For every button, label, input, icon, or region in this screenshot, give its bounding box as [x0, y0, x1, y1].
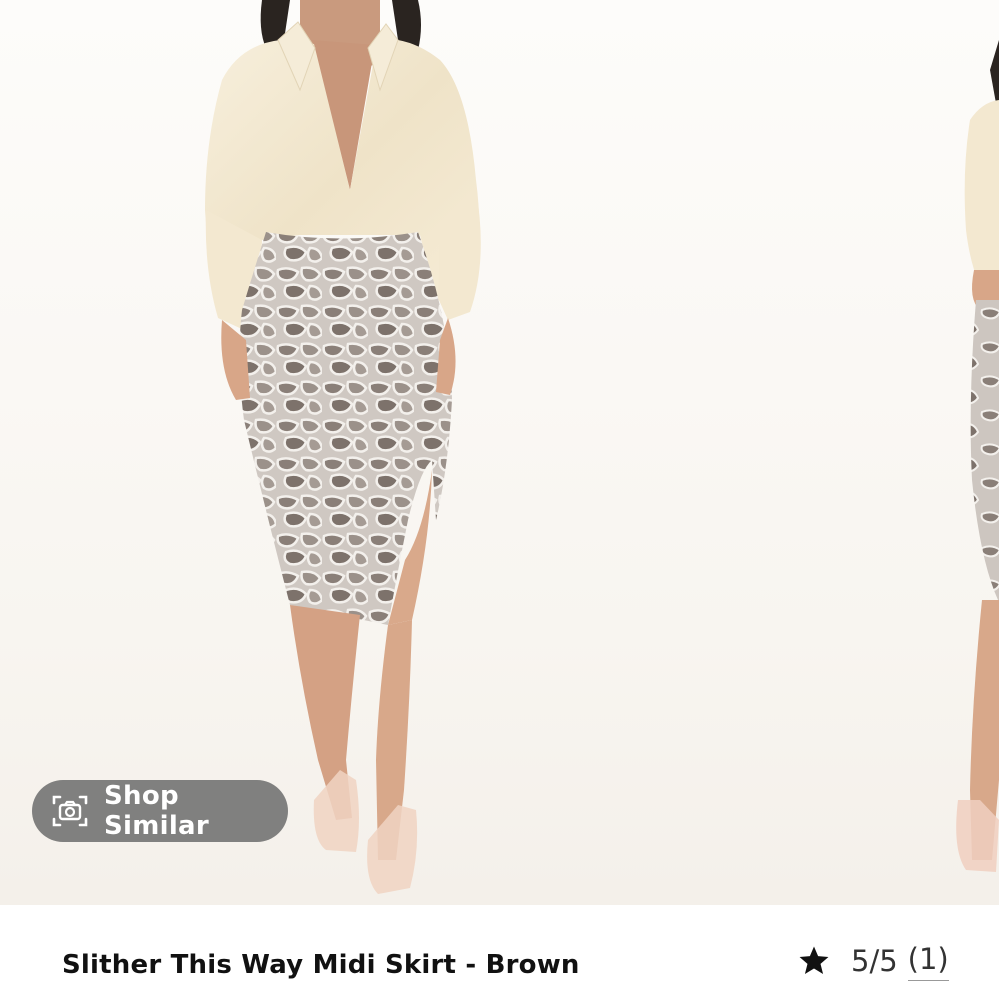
- product-title: Slither This Way Midi Skirt - Brown: [62, 950, 580, 980]
- shop-similar-button[interactable]: Shop Similar: [32, 780, 288, 842]
- product-rating[interactable]: 5/5 (1): [797, 941, 949, 981]
- model-side-image: [956, 40, 999, 872]
- product-info-bar: Slither This Way Midi Skirt - Brown 5/5 …: [0, 905, 999, 1000]
- product-image-gallery[interactable]: Shop Similar: [0, 0, 999, 905]
- product-image-secondary[interactable]: [700, 0, 999, 905]
- shop-similar-label: Shop Similar: [104, 781, 210, 841]
- review-count-link[interactable]: (1): [907, 942, 949, 981]
- product-image-main[interactable]: [0, 0, 700, 905]
- camera-scan-icon: [50, 791, 90, 831]
- model-front-image: [205, 0, 481, 894]
- star-icon: [799, 946, 829, 975]
- rating-score: 5/5: [851, 944, 898, 978]
